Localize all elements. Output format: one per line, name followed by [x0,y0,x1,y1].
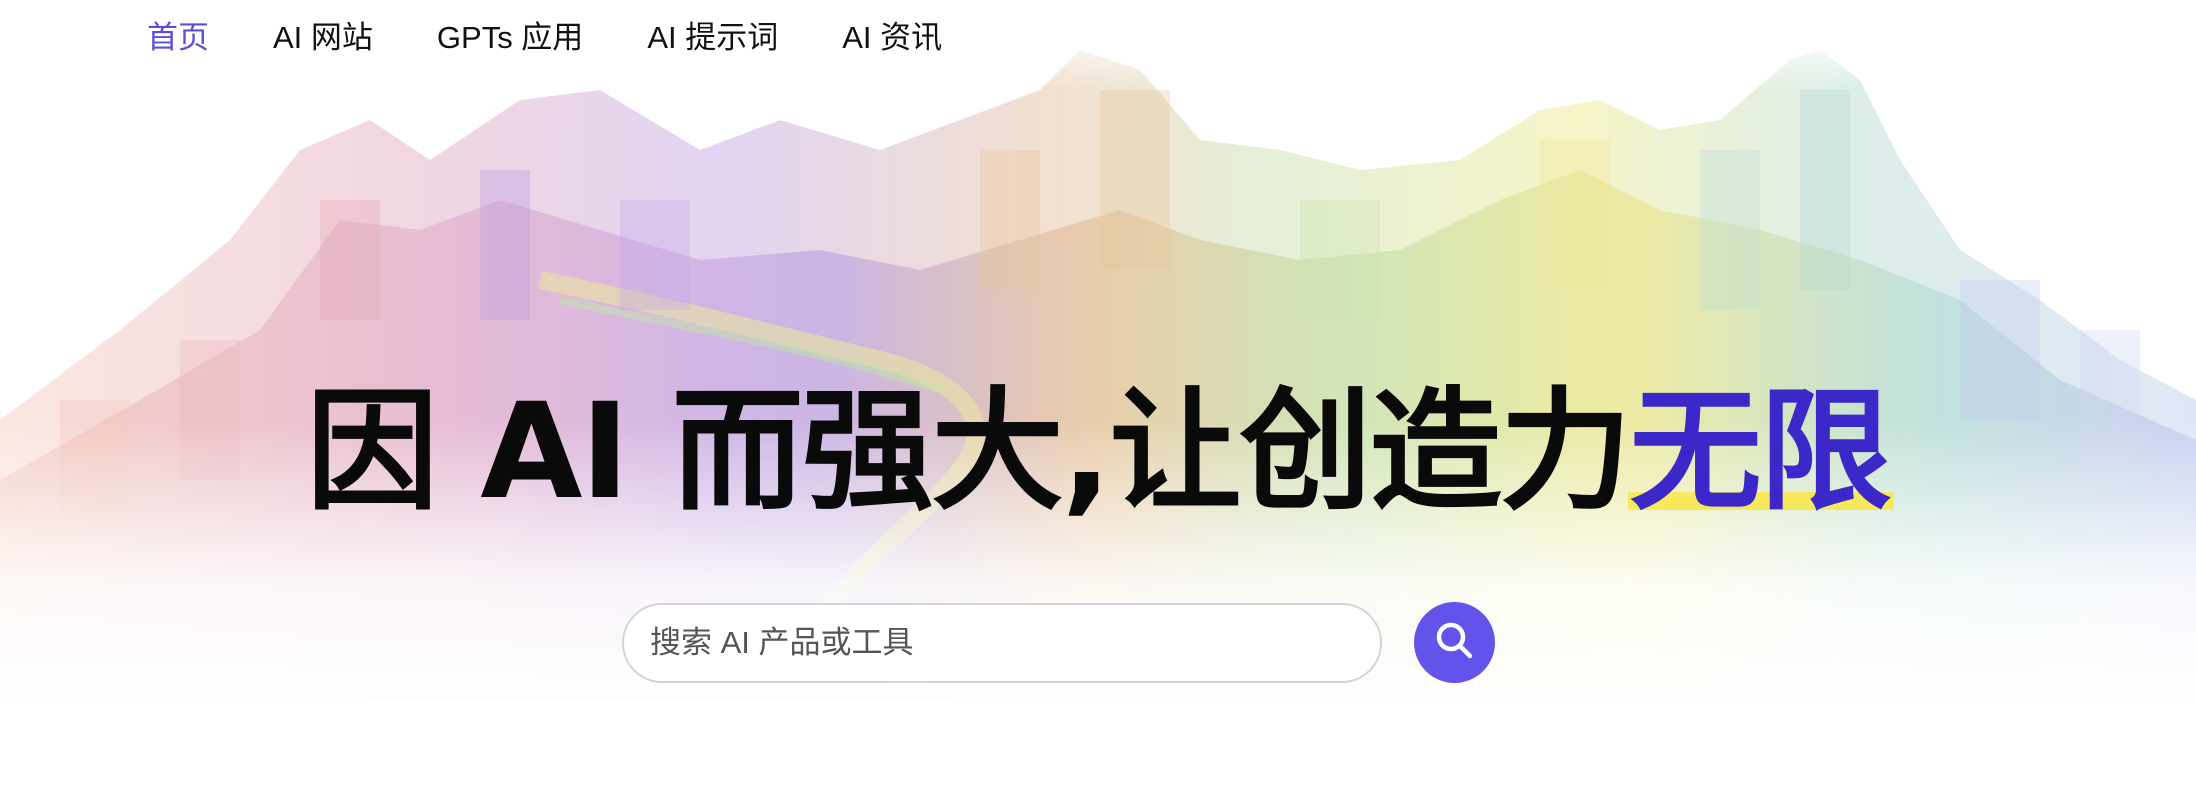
hero-background-illustration [0,0,2196,700]
hero-headline-accent-text: 无限 [1629,375,1892,529]
search-icon [1434,620,1476,665]
hero-headline-main: 因 AI 而强大,让创造力 [306,375,1631,529]
search-bar [622,602,1495,683]
search-button[interactable] [1414,602,1495,683]
hero-headline-accent: 无限 [1627,372,1894,532]
nav-item-ai-news[interactable]: AI 资讯 [842,14,942,62]
nav-item-home[interactable]: 首页 [147,14,209,62]
search-input[interactable] [622,602,1382,683]
nav-item-gpts-apps[interactable]: GPTs 应用 [437,14,583,62]
hero-headline: 因 AI 而强大,让创造力 无限 [0,372,2196,532]
nav-item-ai-websites[interactable]: AI 网站 [273,14,373,62]
nav-item-ai-prompts[interactable]: AI 提示词 [647,14,778,62]
top-nav: 首页 AI 网站 GPTs 应用 AI 提示词 AI 资讯 [147,14,1006,62]
